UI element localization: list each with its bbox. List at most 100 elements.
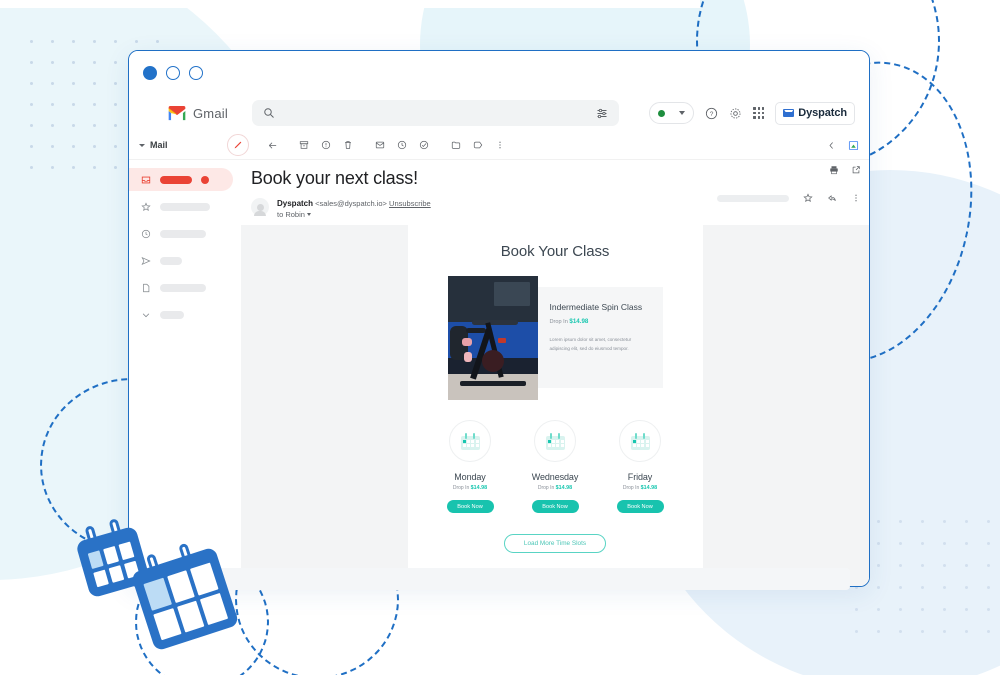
dyspatch-badge[interactable]: Dyspatch	[775, 101, 855, 125]
envelope-icon	[783, 109, 795, 117]
page-canvas: Gmail ? Dyspatch Mail Book your next cla…	[0, 0, 1000, 675]
class-price: Drop In $14.98	[550, 318, 653, 325]
gmail-logo: Gmail	[167, 105, 228, 121]
avatar	[251, 198, 269, 216]
chevron-down-icon	[306, 213, 311, 216]
window-dot-1[interactable]	[143, 66, 157, 80]
gmail-wordmark: Gmail	[193, 105, 228, 121]
sender-line: Dyspatch <sales@dyspatch.io> Unsubscribe	[277, 198, 431, 209]
archive-icon[interactable]	[293, 134, 315, 156]
slot-day: Friday	[627, 472, 653, 482]
timestamp-placeholder	[717, 194, 789, 202]
gmail-sidebar	[129, 160, 241, 586]
print-icon[interactable]	[829, 165, 839, 175]
slot-price: Drop In $14.98	[526, 485, 584, 491]
list-item: Monday Drop In $14.98 Book Now	[441, 420, 499, 513]
browser-window: Gmail ? Dyspatch Mail Book your next cla…	[128, 50, 870, 587]
slot-price-label: Drop In	[537, 485, 555, 491]
email-heading: Book Your Class	[500, 243, 610, 260]
window-dot-2[interactable]	[166, 66, 180, 80]
load-more-time-slots-button[interactable]: Load More Time Slots	[504, 534, 606, 553]
toolbar-right	[827, 140, 859, 151]
previous-page-icon[interactable]	[827, 141, 836, 150]
sidebar-item-sent[interactable]	[129, 249, 241, 272]
chevron-down-icon	[142, 312, 150, 317]
search-input[interactable]	[282, 106, 588, 120]
email-gutter-left	[241, 225, 408, 586]
open-in-new-icon[interactable]	[851, 165, 861, 175]
calendar-badge	[619, 420, 661, 462]
reply-icon[interactable]	[827, 193, 837, 203]
apps-grid-icon[interactable]	[753, 107, 765, 119]
spin-bike-photo	[447, 276, 538, 400]
recipient-line[interactable]: to Robin	[277, 209, 431, 220]
email-gutter-right	[702, 225, 869, 586]
input-tools-icon[interactable]	[848, 140, 859, 151]
settings-gear-icon[interactable]	[729, 107, 742, 120]
labels-icon[interactable]	[467, 134, 489, 156]
unread-count-dot	[201, 175, 209, 184]
window-titlebar	[129, 51, 869, 95]
sender-address: <sales@dyspatch.io>	[315, 199, 387, 208]
slot-price: Drop In $14.98	[441, 485, 499, 491]
message-toolbar-icons	[261, 134, 511, 156]
slot-price-label: Drop In	[452, 485, 470, 491]
slot-price-label: Drop In	[622, 485, 640, 491]
star-icon[interactable]	[803, 193, 813, 203]
slot-price-value: $14.98	[640, 485, 658, 491]
search-bar[interactable]	[251, 100, 619, 126]
gmail-header-actions: ? Dyspatch	[649, 101, 859, 125]
add-to-tasks-icon[interactable]	[413, 134, 435, 156]
class-price-label: Drop In	[549, 319, 568, 325]
snooze-icon[interactable]	[391, 134, 413, 156]
delete-icon[interactable]	[337, 134, 359, 156]
sidebar-item-inbox[interactable]	[129, 168, 233, 191]
class-card: Indermediate Spin Class Drop In $14.98 L…	[447, 276, 663, 400]
pencil-icon	[234, 141, 242, 149]
reading-pane: Book your next class! Dyspatch <sales@dy…	[241, 160, 869, 586]
compose-button[interactable]	[227, 134, 249, 156]
slot-day: Monday	[454, 472, 486, 482]
mark-unread-icon[interactable]	[369, 134, 391, 156]
book-now-button[interactable]: Book Now	[446, 500, 494, 513]
sidebar-item-more[interactable]	[129, 303, 241, 326]
send-icon	[141, 256, 151, 265]
window-dot-3[interactable]	[189, 66, 203, 80]
calendar-icon	[545, 432, 565, 450]
report-spam-icon[interactable]	[315, 134, 337, 156]
move-to-icon[interactable]	[445, 134, 467, 156]
star-icon	[141, 201, 151, 211]
book-now-button[interactable]: Book Now	[616, 500, 664, 513]
unsubscribe-link[interactable]: Unsubscribe	[389, 199, 431, 208]
tune-icon	[597, 108, 607, 119]
more-vert-icon[interactable]	[851, 193, 861, 203]
slot-price: Drop In $14.98	[611, 485, 669, 491]
hamburger-icon[interactable]	[139, 106, 157, 120]
svg-text:?: ?	[710, 110, 714, 117]
gmail-body: Book your next class! Dyspatch <sales@dy…	[129, 159, 869, 586]
book-now-button[interactable]: Book Now	[531, 500, 579, 513]
sidebar-label-placeholder	[160, 229, 206, 238]
clock-icon	[141, 229, 151, 238]
help-icon[interactable]: ?	[705, 107, 718, 120]
calendar-badge	[449, 420, 491, 462]
inbox-icon	[141, 176, 151, 183]
sidebar-item-drafts[interactable]	[129, 276, 241, 299]
mail-dropdown[interactable]: Mail	[139, 140, 227, 150]
status-pill[interactable]	[649, 102, 695, 124]
sidebar-label-placeholder	[160, 283, 206, 292]
time-slot-list: Monday Drop In $14.98 Book Now Wednesday…	[408, 420, 703, 513]
sidebar-label-placeholder	[160, 202, 210, 211]
active-status-icon	[658, 109, 666, 117]
sidebar-item-starred[interactable]	[129, 195, 241, 218]
sidebar-item-snoozed[interactable]	[129, 222, 241, 245]
sidebar-label-placeholder	[160, 310, 184, 319]
back-icon[interactable]	[261, 134, 283, 156]
email-body: Book Your Class Indermediate Spin Class	[407, 225, 703, 586]
recipient-text: to Robin	[277, 210, 305, 219]
gmail-m-icon	[168, 105, 186, 120]
more-vert-icon[interactable]	[489, 134, 511, 156]
class-description: Lorem ipsum dolor sit amet, consectetur …	[549, 337, 632, 351]
mask-top	[0, 0, 700, 8]
chevron-down-icon[interactable]	[679, 111, 686, 115]
